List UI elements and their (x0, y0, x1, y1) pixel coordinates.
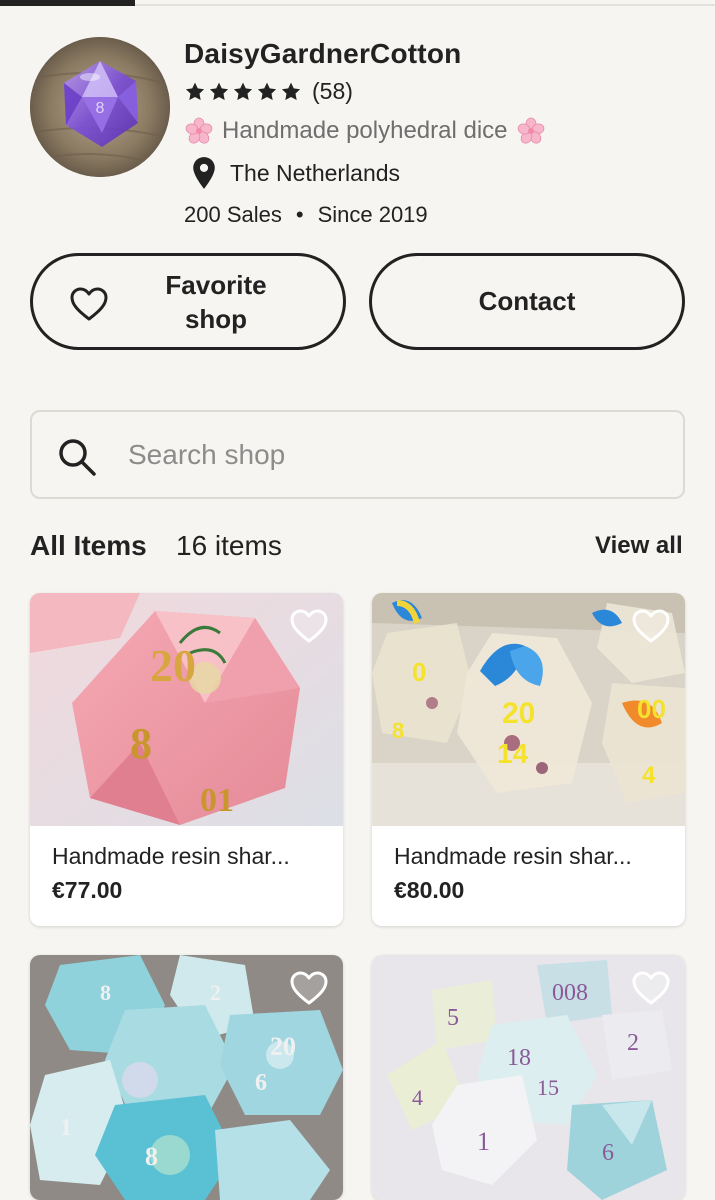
svg-text:00: 00 (637, 694, 666, 724)
listing-title[interactable]: Handmade resin shar... (394, 843, 632, 870)
svg-text:18: 18 (507, 1045, 531, 1071)
svg-text:4: 4 (412, 1085, 423, 1110)
search-input[interactable] (128, 432, 658, 478)
svg-text:1: 1 (60, 1115, 72, 1141)
active-tab-indicator (0, 0, 135, 6)
svg-text:6: 6 (602, 1140, 614, 1166)
star-icon (257, 82, 277, 100)
svg-text:8: 8 (392, 718, 404, 743)
svg-text:20: 20 (150, 640, 196, 691)
svg-text:5: 5 (447, 1005, 459, 1031)
heart-icon[interactable] (629, 605, 673, 647)
heart-icon (70, 287, 108, 321)
svg-text:8: 8 (130, 719, 152, 768)
review-count: (58) (312, 78, 353, 104)
listing-photo[interactable]: 8 2 20 1 8 6 (30, 955, 343, 1200)
listing-photo[interactable]: 20 8 01 (30, 593, 343, 826)
cherry-blossom-icon (184, 116, 214, 146)
tab-divider (135, 4, 715, 6)
star-icon (209, 82, 229, 100)
listing-card[interactable]: 8 2 20 1 8 6 (30, 955, 343, 1200)
svg-text:1: 1 (477, 1127, 490, 1156)
svg-text:8: 8 (96, 100, 105, 117)
favorite-shop-label: Favorite shop (165, 269, 267, 334)
cherry-blossom-icon (516, 116, 546, 146)
star-icon (233, 82, 253, 100)
listing-price: €80.00 (394, 877, 465, 903)
svg-text:008: 008 (552, 980, 588, 1006)
svg-text:15: 15 (537, 1075, 559, 1100)
svg-text:8: 8 (100, 980, 111, 1005)
listing-photo[interactable]: 008 5 18 15 2 4 1 6 (372, 955, 685, 1200)
shop-since: Since 2019 (317, 202, 428, 227)
heart-icon[interactable] (287, 967, 331, 1009)
map-pin-icon (193, 157, 215, 189)
all-items-heading: All Items (30, 530, 147, 561)
stats-separator: • (295, 202, 304, 227)
location-text: The Netherlands (230, 159, 401, 186)
shop-rating[interactable]: (58) (184, 78, 353, 105)
search-shop-field[interactable] (30, 410, 685, 499)
listing-card[interactable]: 008 5 18 15 2 4 1 6 (372, 955, 685, 1200)
svg-text:2: 2 (210, 980, 221, 1005)
search-icon (59, 439, 96, 476)
listing-card[interactable]: 0 20 14 8 00 4 Handmade resin shar... €8… (372, 593, 685, 926)
listing-card[interactable]: 20 8 01 Handmade resin shar... €77.00 (30, 593, 343, 926)
svg-text:14: 14 (497, 738, 529, 769)
svg-text:0: 0 (412, 657, 426, 687)
heart-icon[interactable] (629, 967, 673, 1009)
rating-stars (184, 81, 302, 103)
items-count: 16 items (176, 530, 282, 561)
shop-location: The Netherlands (190, 156, 400, 190)
svg-text:2: 2 (627, 1030, 639, 1056)
svg-text:01: 01 (200, 782, 234, 819)
svg-text:20: 20 (502, 697, 535, 730)
shop-stats: 200 Sales • Since 2019 (184, 202, 428, 228)
listing-title[interactable]: Handmade resin shar... (52, 843, 290, 870)
svg-text:20: 20 (270, 1032, 296, 1061)
listing-price: €77.00 (52, 877, 123, 903)
shop-tagline: Handmade polyhedral dice (184, 116, 546, 146)
heart-icon[interactable] (287, 605, 331, 647)
contact-label: Contact (478, 286, 576, 316)
listing-photo[interactable]: 0 20 14 8 00 4 (372, 593, 685, 826)
shop-name: DaisyGardnerCotton (184, 38, 462, 69)
svg-text:8: 8 (145, 1142, 158, 1171)
svg-text:6: 6 (255, 1070, 267, 1096)
favorite-shop-button[interactable]: Favorite shop (30, 253, 346, 350)
star-icon (185, 82, 205, 100)
sales-count: 200 Sales (184, 202, 282, 227)
tagline-text: Handmade polyhedral dice (222, 117, 508, 144)
star-icon (281, 82, 301, 100)
svg-text:4: 4 (642, 762, 656, 789)
contact-button[interactable]: Contact (369, 253, 685, 350)
shop-avatar[interactable]: 8 (30, 37, 170, 177)
view-all-link[interactable]: View all (595, 532, 683, 560)
